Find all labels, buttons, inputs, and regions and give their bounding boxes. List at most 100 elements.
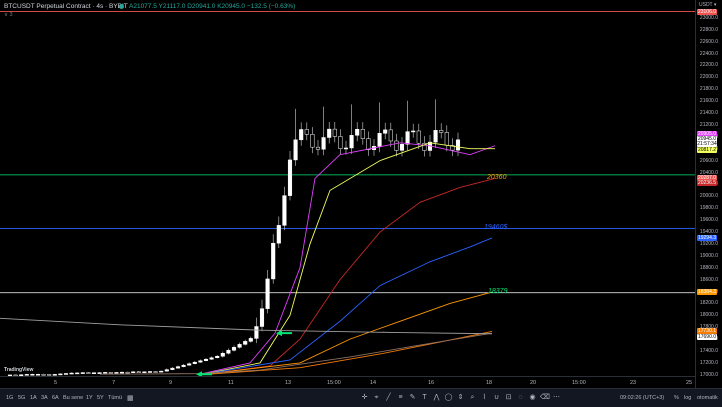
brush-icon[interactable]: ✎ <box>408 393 417 402</box>
candle-up <box>456 140 460 150</box>
time-tick: 16 <box>428 380 434 386</box>
candle-down <box>417 131 421 143</box>
candle-up <box>199 361 203 362</box>
price-tick: 19600.0 <box>700 217 718 223</box>
auto-toggle[interactable]: otomatik <box>697 395 718 401</box>
price-tick: 21200.0 <box>700 122 718 128</box>
price-tick: 18800.0 <box>700 265 718 271</box>
zoom-icon[interactable]: ⌕ <box>468 393 477 402</box>
candle-up <box>165 370 169 371</box>
candle-down <box>316 147 320 149</box>
cursor-icon[interactable]: ✛ <box>360 393 369 402</box>
price-tick: 19200.0 <box>700 241 718 247</box>
indicator-toggle[interactable]: ∨ 3 <box>4 12 13 18</box>
trash-icon[interactable]: ⌫ <box>540 393 549 402</box>
candle-up <box>260 309 264 327</box>
timeframe-tumu[interactable]: Tümü <box>108 395 122 401</box>
time-tick: 15:00 <box>327 380 341 386</box>
percent-toggle[interactable]: % <box>674 395 679 401</box>
candle-down <box>333 129 337 136</box>
candle-down <box>109 372 113 373</box>
text-icon[interactable]: T <box>420 393 429 402</box>
pattern-icon[interactable]: ⋀ <box>432 393 441 402</box>
price-tick: 21600.0 <box>700 98 718 104</box>
calendar-icon[interactable]: ▦ <box>127 394 134 402</box>
magnet-icon[interactable]: ∪ <box>492 393 501 402</box>
candle-up <box>383 130 387 133</box>
candle-up <box>266 279 270 309</box>
time-tick: 25 <box>686 380 692 386</box>
price-chart[interactable] <box>0 0 695 388</box>
price-label: 23106.0 <box>697 9 717 15</box>
time-tick: 13 <box>285 380 291 386</box>
price-tick: 20600.0 <box>700 158 718 164</box>
price-tick: 22600.0 <box>700 39 718 45</box>
timeframe-1y[interactable]: 1Y <box>86 395 93 401</box>
ma-grey <box>0 318 492 333</box>
currency-selector[interactable]: USDT ▾ <box>699 2 716 8</box>
time-tick: 20 <box>530 380 536 386</box>
candle-down <box>126 372 130 373</box>
market-status-icon <box>119 4 124 9</box>
candle-up <box>98 373 102 374</box>
candle-up <box>59 374 63 375</box>
ma-blue <box>200 238 492 375</box>
log-toggle[interactable]: log <box>684 395 691 401</box>
price-tick: 22200.0 <box>700 62 718 68</box>
timeframe-1g[interactable]: 1G <box>6 395 13 401</box>
candle-up <box>288 160 292 196</box>
candle-up <box>187 364 191 365</box>
trendline-icon[interactable]: ╱ <box>384 393 393 402</box>
timeframe-5y[interactable]: 5Y <box>97 395 104 401</box>
timeframe-6a[interactable]: 6A <box>52 395 59 401</box>
price-tick: 23000.0 <box>700 15 718 21</box>
hide-icon[interactable]: ◌ <box>516 393 525 402</box>
price-axis[interactable]: USDT ▾ 23000.0 22800.0 22600.0 22400.0 22200… <box>695 0 722 388</box>
candle-up <box>75 373 79 374</box>
candle-up <box>299 129 303 139</box>
title-bar: BTCUSDT Perpetual Contract · 4s · BYBIT … <box>0 0 700 13</box>
price-tick: 19800.0 <box>700 205 718 211</box>
measure-icon[interactable]: ⇕ <box>456 393 465 402</box>
crosshair-icon[interactable]: ⌖ <box>372 393 381 402</box>
timeframe-bu-sene[interactable]: Bu sene <box>63 395 83 401</box>
shapes-icon[interactable]: ◯ <box>444 393 453 402</box>
forecast-icon[interactable]: ⌇ <box>480 393 489 402</box>
candle-up <box>148 372 152 373</box>
timeframe-3a[interactable]: 3A <box>41 395 48 401</box>
eye-icon[interactable]: ◉ <box>528 393 537 402</box>
time-tick: 18 <box>486 380 492 386</box>
candle-up <box>159 371 163 372</box>
candle-up <box>81 373 85 374</box>
level-label-20360: 20360 <box>487 174 506 181</box>
candle-up <box>143 372 147 373</box>
time-tick: 7 <box>112 380 115 386</box>
timeframe-5g[interactable]: 5G <box>18 395 25 401</box>
candle-up <box>64 373 68 374</box>
candle-up <box>215 356 219 357</box>
candle-down <box>445 132 449 145</box>
clock-readout[interactable]: 09:02:26 (UTC+3) <box>620 395 664 401</box>
symbol-title[interactable]: BTCUSDT Perpetual Contract · 4s · BYBIT <box>4 0 128 13</box>
price-tick: 18000.0 <box>700 312 718 318</box>
candle-up <box>193 362 197 363</box>
price-tick: 22400.0 <box>700 51 718 57</box>
candle-up <box>227 350 231 353</box>
fib-icon[interactable]: ≡ <box>396 393 405 402</box>
candle-up <box>115 372 119 373</box>
price-label: 17690.0 <box>697 334 717 340</box>
timeframe-1a[interactable]: 1A <box>30 395 37 401</box>
price-label: 20236.5 <box>697 180 717 186</box>
price-tick: 17400.0 <box>700 348 718 354</box>
candle-up <box>322 138 326 150</box>
candle-down <box>137 372 141 373</box>
candle-up <box>243 341 247 344</box>
price-tick: 19400.0 <box>700 229 718 235</box>
candle-up <box>249 338 253 341</box>
more-icon[interactable]: ⋯ <box>552 393 561 402</box>
chart-area[interactable]: 20360 19460$ 18379 <box>0 0 695 388</box>
lock-icon[interactable]: ⊡ <box>504 393 513 402</box>
candle-up <box>120 372 124 373</box>
candle-up <box>204 359 208 360</box>
price-tick: 22000.0 <box>700 74 718 80</box>
